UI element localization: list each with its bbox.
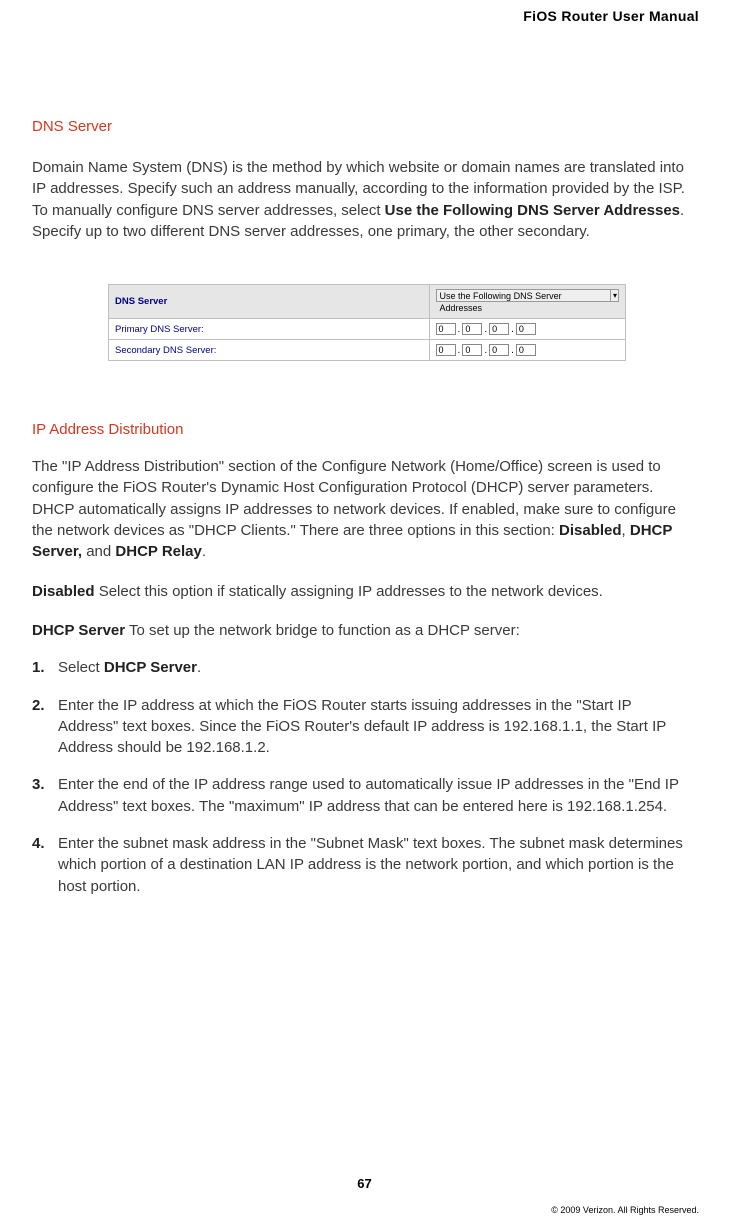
disabled-label: Disabled (32, 583, 95, 600)
dhcp-block: DHCP Server To set up the network bridge… (32, 620, 692, 641)
dns-table-wrap: DNS Server Use the Following DNS Server … (108, 284, 626, 361)
ipd-b1: Disabled (559, 522, 622, 539)
disabled-text: Select this option if statically assigni… (95, 583, 603, 600)
ip-dot: . (482, 345, 489, 356)
dns-para-1: Domain Name System (DNS) is the method b… (32, 157, 692, 200)
ip-octet-input[interactable]: 0 (462, 323, 482, 335)
ipd-b3: DHCP Relay (115, 543, 201, 560)
table-row: Secondary DNS Server: 0.0.0.0 (109, 340, 626, 361)
copyright: © 2009 Verizon. All Rights Reserved. (551, 1205, 699, 1215)
disabled-block: Disabled Select this option if staticall… (32, 581, 692, 602)
ip-dot: . (456, 345, 463, 356)
step-text: Enter the IP address at which the FiOS R… (58, 695, 692, 759)
primary-ip-group: 0.0.0.0 (436, 323, 619, 335)
page-number: 67 (0, 1176, 729, 1191)
step1-post: . (197, 659, 201, 676)
step-num: 1. (32, 657, 58, 678)
steps-list: 1. Select DHCP Server. 2. Enter the IP a… (32, 657, 692, 897)
dns-hdr-label: DNS Server (109, 285, 430, 319)
ip-octet-input[interactable]: 0 (516, 344, 536, 356)
dns-para2-bold: Use the Following DNS Server Addresses (385, 202, 680, 219)
dns-table: DNS Server Use the Following DNS Server … (108, 284, 626, 361)
step-num: 4. (32, 833, 58, 854)
dns-para2-a: To manually configure DNS server address… (32, 202, 385, 219)
list-item: 1. Select DHCP Server. (32, 657, 692, 678)
dns-mode-select[interactable]: Use the Following DNS Server Addresses (436, 289, 619, 302)
list-item: 3. Enter the end of the IP address range… (32, 774, 692, 817)
ip-octet-input[interactable]: 0 (489, 344, 509, 356)
secondary-dns-value: 0.0.0.0 (429, 340, 625, 361)
primary-dns-value: 0.0.0.0 (429, 319, 625, 340)
dhcp-label: DHCP Server (32, 622, 125, 639)
ip-octet-input[interactable]: 0 (489, 323, 509, 335)
secondary-ip-group: 0.0.0.0 (436, 344, 619, 356)
ipd-end: . (202, 543, 206, 560)
step-num: 3. (32, 774, 58, 795)
ip-dot: . (482, 324, 489, 335)
dns-heading: DNS Server (32, 118, 692, 135)
ipd-sep1: , (622, 522, 630, 539)
step-num: 2. (32, 695, 58, 716)
step-text: Enter the subnet mask address in the "Su… (58, 833, 692, 897)
dhcp-text: To set up the network bridge to function… (125, 622, 520, 639)
ipd-para: The "IP Address Distribution" section of… (32, 456, 692, 562)
ip-octet-input[interactable]: 0 (436, 323, 456, 335)
step1-pre: Select (58, 659, 104, 676)
table-header-row: DNS Server Use the Following DNS Server … (109, 285, 626, 319)
secondary-dns-label: Secondary DNS Server: (109, 340, 430, 361)
ip-dot: . (509, 324, 516, 335)
step-text: Enter the end of the IP address range us… (58, 774, 692, 817)
ip-octet-input[interactable]: 0 (516, 323, 536, 335)
ip-octet-input[interactable]: 0 (436, 344, 456, 356)
step-text: Select DHCP Server. (58, 657, 692, 678)
ipd-sep2: and (82, 543, 115, 560)
ip-dot: . (456, 324, 463, 335)
ip-dot: . (509, 345, 516, 356)
page-content: DNS Server Domain Name System (DNS) is t… (32, 118, 692, 913)
table-row: Primary DNS Server: 0.0.0.0 (109, 319, 626, 340)
ip-octet-input[interactable]: 0 (462, 344, 482, 356)
dns-para-2: To manually configure DNS server address… (32, 200, 692, 243)
dns-hdr-select-cell: Use the Following DNS Server Addresses (429, 285, 625, 319)
list-item: 4. Enter the subnet mask address in the … (32, 833, 692, 897)
ipd-heading: IP Address Distribution (32, 421, 692, 438)
list-item: 2. Enter the IP address at which the FiO… (32, 695, 692, 759)
manual-title: FiOS Router User Manual (523, 8, 699, 24)
step1-bold: DHCP Server (104, 659, 197, 676)
primary-dns-label: Primary DNS Server: (109, 319, 430, 340)
